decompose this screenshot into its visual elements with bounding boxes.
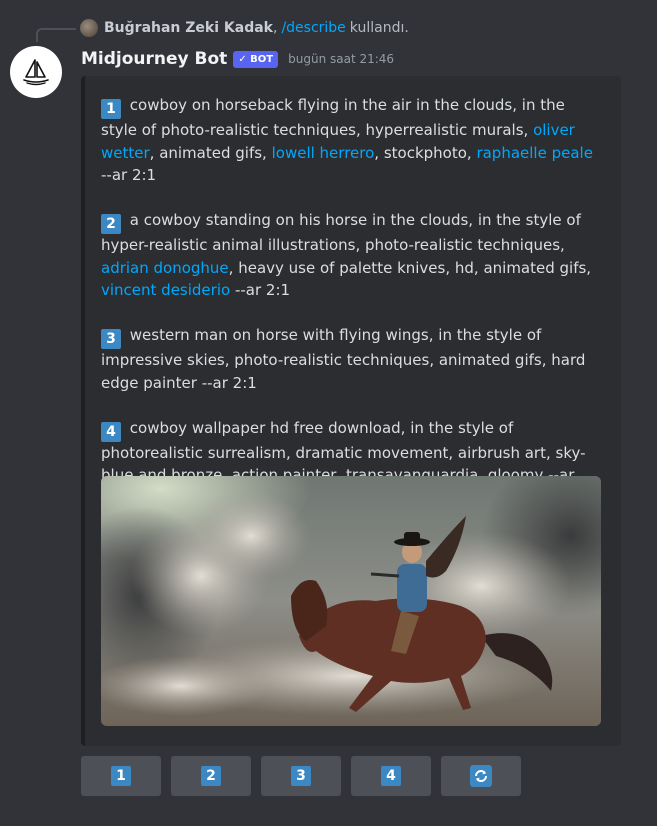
keycap-3-icon: 3 bbox=[291, 766, 311, 786]
describe-embed: 1 cowboy on horseback flying in the air … bbox=[81, 76, 621, 746]
keycap-1-icon: 1 bbox=[111, 766, 131, 786]
keycap-4-icon: 4 bbox=[381, 766, 401, 786]
reroll-button[interactable] bbox=[441, 756, 521, 796]
message-header: Midjourney Bot ✓ BOT bugün saat 21:46 bbox=[81, 47, 394, 71]
prompt-3: 3 western man on horse with flying wings… bbox=[101, 324, 601, 394]
prompt-text: , heavy use of palette knives, hd, anima… bbox=[228, 258, 592, 277]
keycap-3-icon: 3 bbox=[101, 329, 121, 349]
prompt-2: 2 a cowboy standing on his horse in the … bbox=[101, 209, 601, 302]
reply-connector bbox=[36, 28, 76, 42]
artist-link[interactable]: raphaelle peale bbox=[476, 144, 592, 162]
prompt-text: cowboy on horseback flying in the air in… bbox=[101, 96, 565, 139]
message-timestamp[interactable]: bugün saat 21:46 bbox=[288, 52, 394, 66]
bot-avatar[interactable] bbox=[10, 46, 62, 98]
prompt-text: --ar 2:1 bbox=[101, 166, 157, 184]
bot-badge: ✓ BOT bbox=[233, 50, 279, 68]
replied-username[interactable]: Buğrahan Zeki Kadak bbox=[104, 20, 273, 36]
sailboat-logo-icon bbox=[23, 59, 49, 86]
prompt-list: 1 cowboy on horseback flying in the air … bbox=[101, 94, 601, 532]
embed-image-cowboy[interactable] bbox=[101, 476, 601, 726]
prompt-1-button[interactable]: 1 bbox=[81, 756, 161, 796]
reply-action-text: kullandı. bbox=[349, 20, 409, 36]
reply-comma: , bbox=[272, 20, 278, 36]
keycap-2-icon: 2 bbox=[101, 214, 121, 234]
keycap-1-icon: 1 bbox=[101, 99, 121, 119]
upscale-button-row: 1 2 3 4 bbox=[81, 756, 521, 796]
artist-link[interactable]: lowell herrero bbox=[272, 144, 375, 162]
replied-user-avatar[interactable] bbox=[80, 19, 98, 37]
keycap-4-icon: 4 bbox=[101, 421, 121, 442]
prompt-1: 1 cowboy on horseback flying in the air … bbox=[101, 94, 601, 187]
artist-link[interactable]: adrian donoghue bbox=[101, 259, 229, 277]
prompt-2-button[interactable]: 2 bbox=[171, 756, 251, 796]
prompt-text: , stockphoto, bbox=[374, 143, 472, 162]
prompt-text: western man on horse with flying wings, … bbox=[101, 326, 586, 392]
prompt-text: --ar 2:1 bbox=[234, 281, 291, 299]
prompt-text: , animated gifs, bbox=[149, 143, 267, 162]
bot-username[interactable]: Midjourney Bot bbox=[81, 49, 227, 69]
keycap-2-icon: 2 bbox=[201, 766, 221, 786]
artist-link[interactable]: vincent desiderio bbox=[101, 281, 230, 299]
reply-reference[interactable]: Buğrahan Zeki Kadak, /describe kullandı. bbox=[80, 16, 409, 40]
slash-command-link[interactable]: /describe bbox=[281, 20, 345, 36]
prompt-text: a cowboy standing on his horse in the cl… bbox=[101, 211, 581, 254]
prompt-4-button[interactable]: 4 bbox=[351, 756, 431, 796]
cowboy-horse-artwork bbox=[101, 476, 601, 726]
prompt-3-button[interactable]: 3 bbox=[261, 756, 341, 796]
refresh-icon bbox=[470, 765, 492, 787]
